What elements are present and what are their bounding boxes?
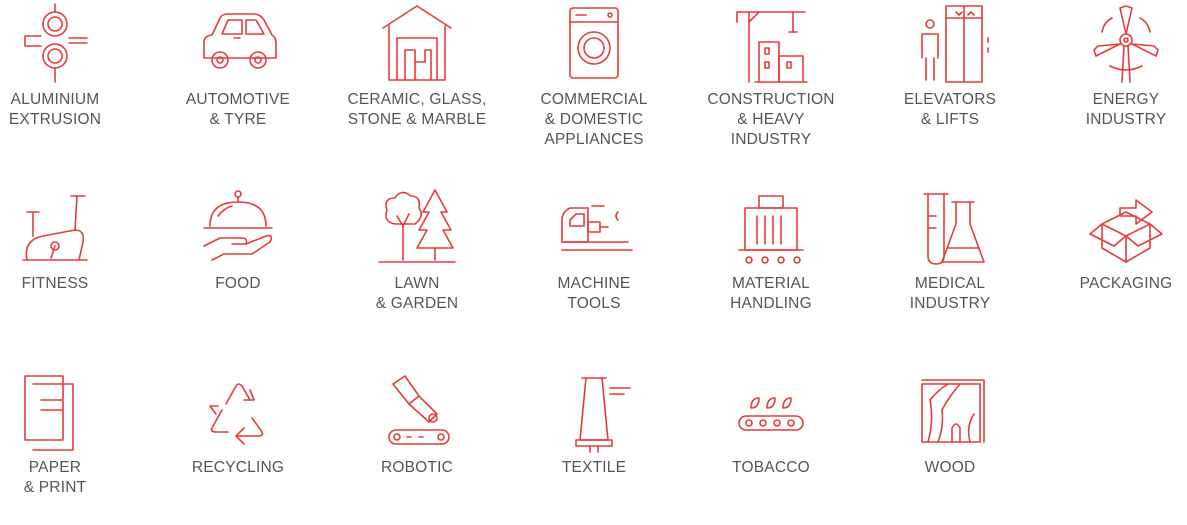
industry-label: ROBOTIC: [332, 458, 502, 478]
recycle-icon: [196, 370, 280, 454]
industry-item-lawn-garden[interactable]: LAWN & GARDEN: [332, 186, 502, 314]
machine-tool-icon: [552, 186, 636, 270]
industry-label-line: APPLIANCES: [544, 131, 644, 148]
industry-label-line: AUTOMOTIVE: [185, 91, 291, 108]
industry-label-line: ELEVATORS: [903, 91, 997, 108]
industry-item-paper-print[interactable]: PAPER & PRINT: [0, 370, 140, 498]
industry-item-automotive-tyre[interactable]: AUTOMOTIVE & TYRE: [153, 2, 323, 130]
industry-label-line: CONSTRUCTION: [707, 91, 835, 108]
crane-building-icon: [729, 2, 813, 86]
industry-item-packaging[interactable]: PACKAGING: [1041, 186, 1187, 294]
industry-label-line: & DOMESTIC: [544, 111, 644, 128]
industry-item-fitness[interactable]: FITNESS: [0, 186, 140, 294]
industry-label-line: INDUSTRY: [909, 295, 991, 312]
industry-label-line: & TYRE: [209, 111, 267, 128]
lab-glassware-icon: [908, 186, 992, 270]
industry-item-commercial-domestic-appliances[interactable]: COMMERCIAL & DOMESTIC APPLIANCES: [509, 2, 679, 150]
industry-label: FITNESS: [0, 274, 140, 294]
industry-label-line: & PRINT: [23, 479, 87, 496]
industry-label: WOOD: [865, 458, 1035, 478]
industry-label: ALUMINIUM EXTRUSION: [0, 90, 140, 130]
industry-label: COMMERCIAL & DOMESTIC APPLIANCES: [509, 90, 679, 150]
industry-label-line: ROBOTIC: [380, 459, 453, 476]
industry-item-ceramic-glass-stone-marble[interactable]: CERAMIC, GLASS, STONE & MARBLE: [332, 2, 502, 130]
cargo-trolley-icon: [729, 186, 813, 270]
industry-label-line: FITNESS: [21, 275, 89, 292]
industry-label-line: LAWN: [394, 275, 440, 292]
industry-item-aluminium-extrusion[interactable]: ALUMINIUM EXTRUSION: [0, 2, 140, 130]
industry-item-robotic[interactable]: ROBOTIC: [332, 370, 502, 478]
industry-label-line: INDUSTRY: [730, 131, 812, 148]
industry-item-machine-tools[interactable]: MACHINE TOOLS: [509, 186, 679, 314]
industry-label: LAWN & GARDEN: [332, 274, 502, 314]
industry-item-tobacco[interactable]: TOBACCO: [686, 370, 856, 478]
car-icon: [196, 2, 280, 86]
leaf-conveyor-icon: [729, 370, 813, 454]
robot-arm-icon: [375, 370, 459, 454]
industry-item-food[interactable]: FOOD: [153, 186, 323, 294]
industry-label-line: MEDICAL: [914, 275, 986, 292]
industry-item-elevators-lifts[interactable]: ELEVATORS & LIFTS: [865, 2, 1035, 130]
industry-label-line: ENERGY: [1092, 91, 1160, 108]
industry-label: CONSTRUCTION & HEAVY INDUSTRY: [686, 90, 856, 150]
open-box-icon: [1084, 186, 1168, 270]
paper-sheets-icon: [13, 370, 97, 454]
industry-item-medical-industry[interactable]: MEDICAL INDUSTRY: [865, 186, 1035, 314]
industry-label-line: COMMERCIAL: [540, 91, 648, 108]
industry-label: MEDICAL INDUSTRY: [865, 274, 1035, 314]
industry-item-wood[interactable]: WOOD: [865, 370, 1035, 478]
industry-label-line: EXTRUSION: [8, 111, 102, 128]
industry-label: MACHINE TOOLS: [509, 274, 679, 314]
industry-label-line: MATERIAL: [732, 275, 810, 292]
industry-label-line: HANDLING: [730, 295, 812, 312]
industry-label-line: FOOD: [215, 275, 261, 292]
industry-icon-grid: ALUMINIUM EXTRUSION AUTOMOTIVE & TYRE CERA…: [0, 0, 1187, 525]
industry-label-line: PAPER: [28, 459, 82, 476]
industry-label-line: ALUMINIUM: [10, 91, 100, 108]
trees-icon: [375, 186, 459, 270]
cloche-hand-icon: [196, 186, 280, 270]
industry-label-line: INDUSTRY: [1085, 111, 1167, 128]
industry-label: PACKAGING: [1041, 274, 1187, 294]
industry-label-line: TOBACCO: [732, 459, 810, 476]
warehouse-icon: [375, 2, 459, 86]
wind-turbine-icon: [1084, 2, 1168, 86]
washing-machine-icon: [552, 2, 636, 86]
industry-label: TEXTILE: [509, 458, 679, 478]
industry-label-line: RECYCLING: [191, 459, 285, 476]
exercise-bike-icon: [13, 186, 97, 270]
industry-label: TOBACCO: [686, 458, 856, 478]
industry-label-line: & LIFTS: [920, 111, 980, 128]
industry-label: FOOD: [153, 274, 323, 294]
industry-label: CERAMIC, GLASS, STONE & MARBLE: [332, 90, 502, 130]
extrusion-rollers-icon: [13, 2, 97, 86]
industry-label: ENERGY INDUSTRY: [1041, 90, 1187, 130]
industry-label: PAPER & PRINT: [0, 458, 140, 498]
industry-label: ELEVATORS & LIFTS: [865, 90, 1035, 130]
industry-label-line: TEXTILE: [561, 459, 627, 476]
thread-spool-icon: [552, 370, 636, 454]
industry-item-recycling[interactable]: RECYCLING: [153, 370, 323, 478]
industry-label-line: TOOLS: [567, 295, 621, 312]
industry-label-line: MACHINE: [557, 275, 631, 292]
industry-label-line: & GARDEN: [375, 295, 459, 312]
wood-grain-icon: [908, 370, 992, 454]
industry-label: AUTOMOTIVE & TYRE: [153, 90, 323, 130]
industry-label-line: CERAMIC, GLASS,: [347, 91, 487, 108]
industry-label-line: WOOD: [924, 459, 976, 476]
industry-label-line: STONE & MARBLE: [347, 111, 487, 128]
elevator-icon: [908, 2, 992, 86]
industry-label-line: & HEAVY: [737, 111, 805, 128]
industry-label: MATERIAL HANDLING: [686, 274, 856, 314]
industry-label-line: PACKAGING: [1079, 275, 1173, 292]
industry-item-material-handling[interactable]: MATERIAL HANDLING: [686, 186, 856, 314]
industry-item-energy-industry[interactable]: ENERGY INDUSTRY: [1041, 2, 1187, 130]
industry-item-textile[interactable]: TEXTILE: [509, 370, 679, 478]
industry-label: RECYCLING: [153, 458, 323, 478]
industry-item-construction-heavy-industry[interactable]: CONSTRUCTION & HEAVY INDUSTRY: [686, 2, 856, 150]
